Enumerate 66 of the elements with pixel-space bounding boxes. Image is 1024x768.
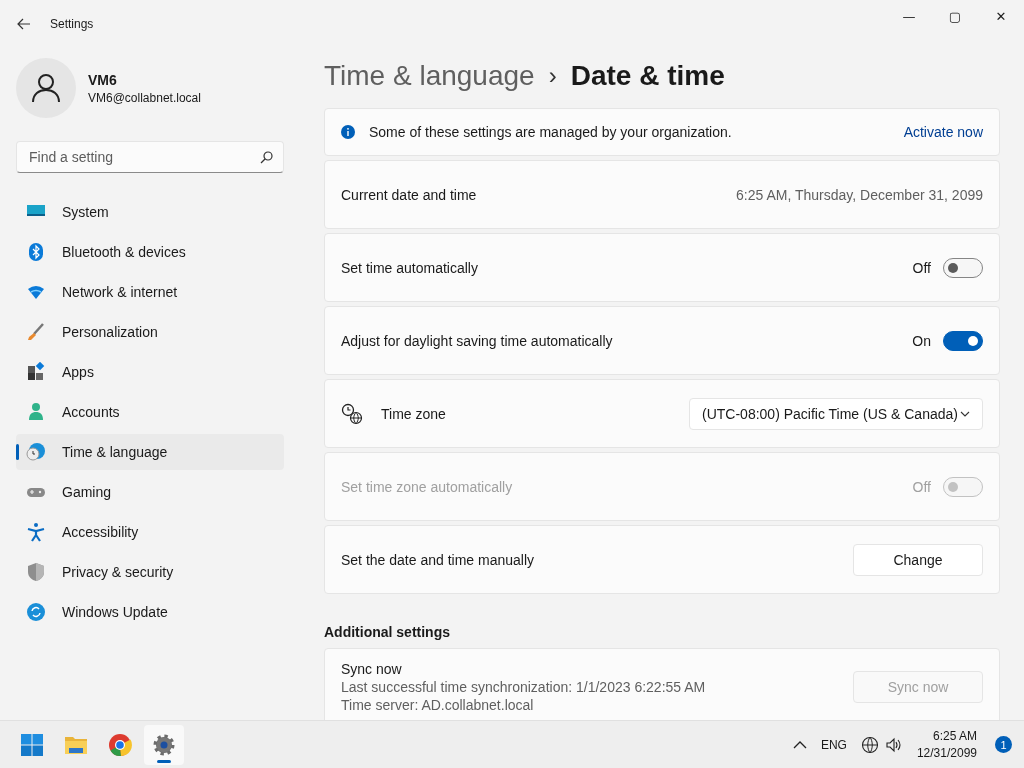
start-icon (20, 732, 44, 757)
breadcrumb-separator: › (548, 62, 557, 90)
setting-label: Set the date and time manually (341, 551, 534, 568)
toggle-switch[interactable] (943, 257, 983, 278)
setting-label: Time zone (381, 405, 446, 422)
browser-icon (108, 732, 132, 757)
sidebar-item[interactable]: Network & internet (16, 274, 284, 310)
info-icon (341, 125, 355, 139)
sidebar-item[interactable]: Time & language (16, 434, 284, 470)
minimize-button[interactable]: — (886, 0, 932, 32)
setting-description: Last successful time synchronization: 1/1/2023 6:22:55 AM (341, 679, 706, 695)
setting-label: Current date and time (341, 186, 477, 203)
back-icon (17, 18, 31, 30)
info-message: Some of these settings are managed by your organization. (369, 124, 732, 140)
accessibility-icon (26, 522, 46, 542)
close-button[interactable]: ✕ (978, 0, 1024, 32)
brush-icon (26, 322, 46, 342)
page-title: Date & time (570, 60, 725, 92)
search-icon (260, 150, 273, 164)
toggle-state: Off (912, 259, 931, 276)
apps-icon (26, 362, 46, 382)
language-indicator[interactable]: ENG (820, 737, 847, 752)
setting-label: Adjust for daylight saving time automatically (341, 332, 613, 349)
change-button[interactable]: Change (853, 543, 983, 576)
section-heading: Additional settings (324, 624, 451, 640)
sidebar-item[interactable]: Accessibility (16, 514, 284, 550)
person-icon (31, 73, 61, 103)
gear-icon (152, 732, 176, 757)
sidebar-item[interactable]: Apps (16, 354, 284, 390)
toggle-switch[interactable] (943, 330, 983, 351)
bluetooth-icon (26, 242, 46, 262)
speaker-icon[interactable] (884, 735, 903, 754)
search-field[interactable]: Find a setting (27, 148, 260, 166)
clock[interactable]: 6:25 AM 12/31/2099 (916, 727, 977, 762)
chevron-up-icon[interactable] (792, 740, 807, 749)
maximize-button[interactable]: ▢ (932, 0, 978, 32)
sidebar-item[interactable]: Windows Update (16, 594, 284, 630)
activate-link[interactable]: Activate now (903, 124, 983, 140)
shield-icon (26, 562, 46, 582)
breadcrumb-link[interactable]: Time & language (324, 60, 535, 92)
setting-label: Sync now (341, 661, 403, 677)
setting-value: 6:25 AM, Thursday, December 31, 2099 (736, 186, 983, 203)
sidebar-item[interactable]: Personalization (16, 314, 284, 350)
sidebar-item[interactable]: System (16, 194, 284, 230)
toggle-state: On (912, 332, 931, 349)
update-icon (26, 602, 46, 622)
user-email: VM6@collabnet.local (88, 90, 201, 105)
person-icon (26, 402, 46, 422)
sidebar-item[interactable]: Gaming (16, 474, 284, 510)
sidebar-item[interactable]: Bluetooth & devices (16, 234, 284, 270)
chevron-down-icon (960, 410, 970, 417)
globe-clock-icon (26, 442, 46, 462)
window-title: Settings (50, 17, 94, 31)
timezone-dropdown[interactable]: (UTC-08:00) Pacific Time (US & Canada) (689, 397, 983, 430)
notification-badge[interactable]: 1 (995, 736, 1012, 753)
toggle-state: Off (912, 478, 931, 495)
setting-label: Set time automatically (341, 259, 478, 276)
search-box[interactable]: Find a setting (16, 141, 284, 173)
globe-icon[interactable] (860, 735, 879, 754)
sidebar-item[interactable]: Privacy & security (16, 554, 284, 590)
taskbar-app[interactable] (144, 724, 184, 765)
setting-label: Set time zone automatically (341, 478, 513, 495)
clock-globe-icon (341, 402, 363, 425)
setting-description: Time server: AD.collabnet.local (341, 697, 535, 713)
sidebar-item[interactable]: Accounts (16, 394, 284, 430)
user-name: VM6 (88, 71, 118, 88)
